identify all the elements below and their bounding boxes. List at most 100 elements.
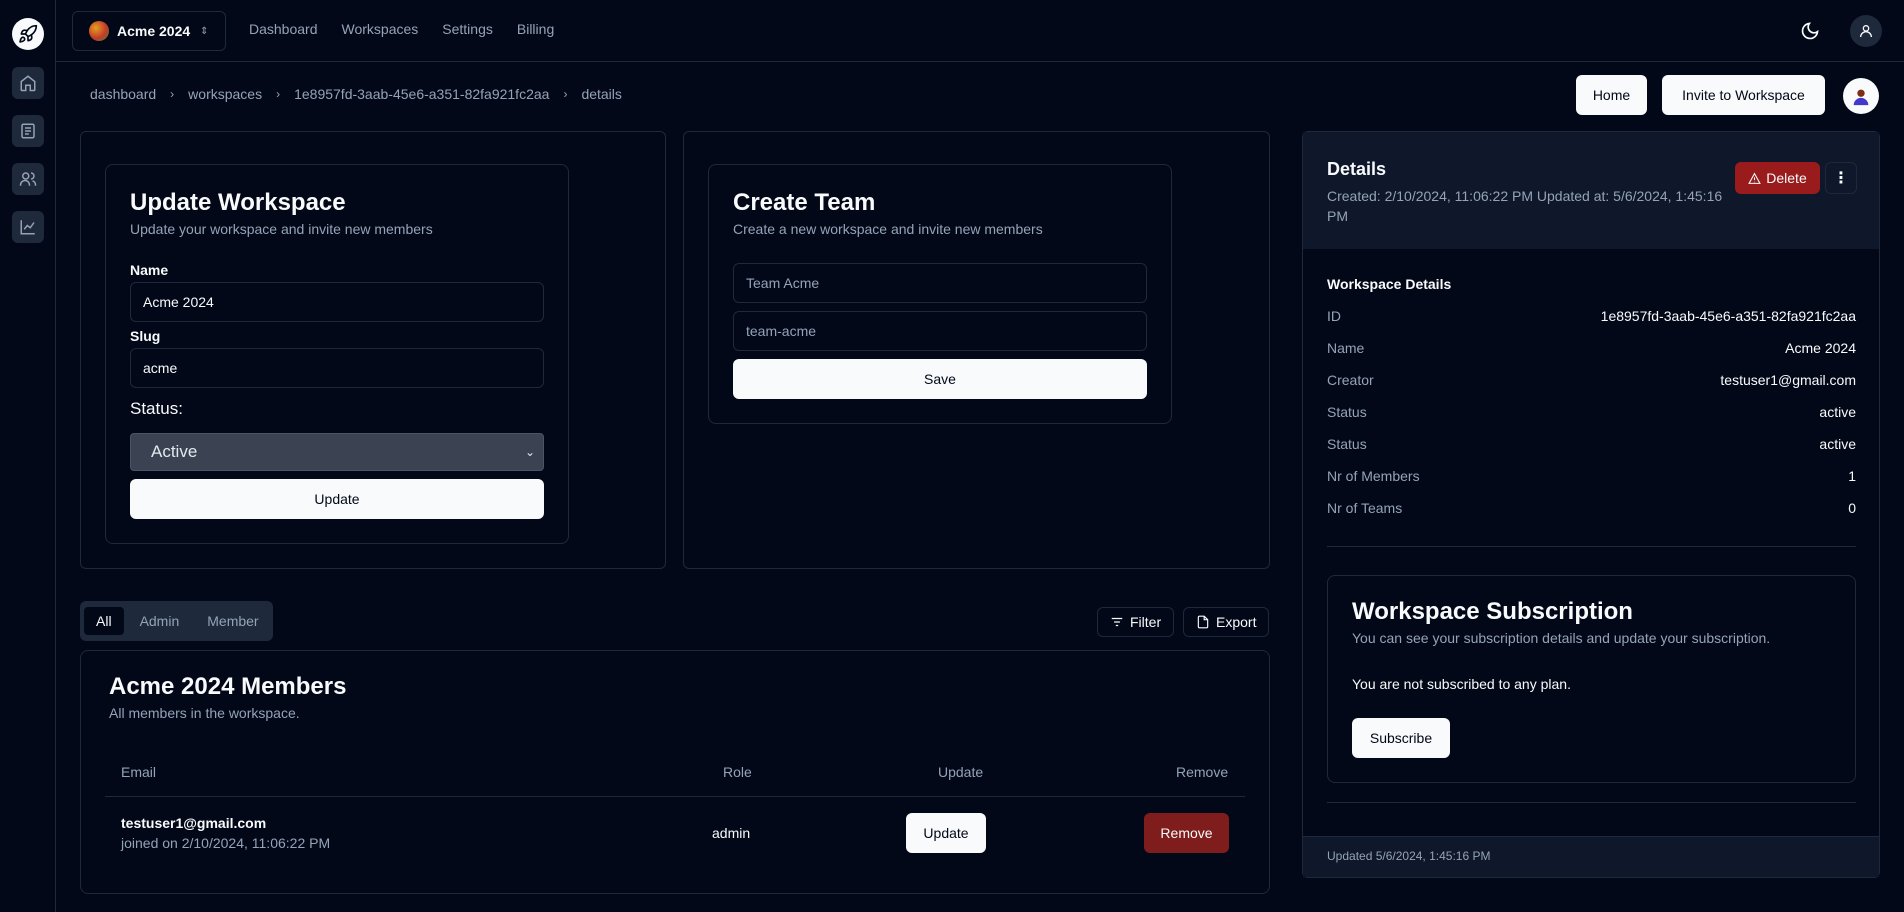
subscription-subtitle: You can see your subscription details an… (1352, 630, 1771, 646)
workspace-details-heading: Workspace Details (1327, 276, 1452, 292)
tab-all[interactable]: All (84, 607, 124, 635)
more-options-icon[interactable]: ⋮ (1825, 162, 1857, 194)
invite-button[interactable]: Invite to Workspace (1662, 75, 1825, 115)
detail-key: Name (1327, 340, 1365, 356)
member-email: testuser1@gmail.com (121, 815, 267, 831)
document-icon[interactable] (12, 115, 44, 147)
export-label: Export (1216, 614, 1257, 630)
detail-value: 0 (1848, 500, 1856, 516)
detail-row-id: ID 1e8957fd-3aab-45e6-a351-82fa921fc2aa (1327, 308, 1856, 324)
user-icon[interactable] (1850, 15, 1882, 47)
status-select[interactable]: Active ⌄ (130, 433, 544, 471)
sidebar (0, 0, 56, 912)
subscribe-button[interactable]: Subscribe (1352, 718, 1450, 758)
column-remove: Remove (1176, 764, 1229, 780)
details-meta: Created: 2/10/2024, 11:06:22 PM Updated … (1327, 188, 1723, 224)
chevron-right-icon: › (276, 87, 281, 101)
delete-label: Delete (1766, 170, 1807, 186)
workspace-switcher[interactable]: Acme 2024 ⇕ (72, 11, 226, 51)
filter-button[interactable]: Filter (1097, 607, 1175, 637)
detail-value: 1 (1848, 468, 1856, 484)
nav-settings[interactable]: Settings (442, 21, 493, 37)
detail-row-status: Status active (1327, 404, 1856, 420)
save-team-button[interactable]: Save (733, 359, 1147, 399)
detail-value: active (1819, 436, 1856, 452)
name-label: Name (130, 262, 169, 278)
breadcrumb-dashboard[interactable]: dashboard (90, 86, 156, 102)
detail-key: Status (1327, 404, 1367, 420)
chevron-down-icon: ⌄ (524, 445, 535, 459)
warning-icon (1748, 172, 1762, 184)
member-joined: joined on 2/10/2024, 11:06:22 PM (121, 835, 331, 851)
update-workspace-subtitle: Update your workspace and invite new mem… (130, 221, 433, 237)
member-tabs: All Admin Member (80, 601, 273, 641)
delete-button[interactable]: Delete (1735, 162, 1820, 194)
detail-row-members: Nr of Members 1 (1327, 468, 1856, 484)
detail-value: 1e8957fd-3aab-45e6-a351-82fa921fc2aa (1600, 308, 1856, 324)
detail-value: active (1819, 404, 1856, 420)
top-nav: Dashboard Workspaces Settings Billing (249, 21, 554, 37)
detail-key: Nr of Members (1327, 468, 1420, 484)
tab-admin[interactable]: Admin (128, 607, 192, 635)
team-name-input[interactable]: Team Acme (733, 263, 1147, 303)
top-bar: Acme 2024 ⇕ Dashboard Workspaces Setting… (56, 0, 1904, 62)
nav-dashboard[interactable]: Dashboard (249, 21, 318, 37)
update-workspace-button[interactable]: Update (130, 479, 544, 519)
member-update-button[interactable]: Update (906, 813, 986, 853)
filter-label: Filter (1130, 614, 1162, 630)
tab-member[interactable]: Member (195, 607, 270, 635)
export-button[interactable]: Export (1183, 607, 1270, 637)
breadcrumb-workspaces[interactable]: workspaces (188, 86, 262, 102)
workspace-name: Acme 2024 (117, 23, 191, 39)
member-role: admin (712, 825, 751, 841)
nav-workspaces[interactable]: Workspaces (342, 21, 419, 37)
create-team-subtitle: Create a new workspace and invite new me… (733, 221, 1043, 237)
table-divider (105, 796, 1245, 797)
chevron-updown-icon: ⇕ (200, 25, 209, 37)
detail-row-creator: Creator testuser1@gmail.com (1327, 372, 1856, 388)
detail-key: Creator (1327, 372, 1374, 388)
profile-avatar[interactable] (1843, 78, 1879, 114)
detail-key: ID (1327, 308, 1341, 324)
rocket-logo-icon[interactable] (12, 18, 44, 50)
name-input[interactable]: Acme 2024 (130, 282, 544, 322)
slug-label: Slug (130, 328, 161, 344)
status-select-value: Active (151, 442, 198, 461)
detail-row-name: Name Acme 2024 (1327, 340, 1856, 356)
team-slug-input[interactable]: team-acme (733, 311, 1147, 351)
breadcrumb-workspace-id[interactable]: 1e8957fd-3aab-45e6-a351-82fa921fc2aa (294, 86, 549, 102)
chart-icon[interactable] (12, 211, 44, 243)
detail-key: Status (1327, 436, 1367, 452)
workspace-avatar (89, 21, 109, 41)
users-icon[interactable] (12, 163, 44, 195)
chevron-right-icon: › (170, 87, 175, 101)
details-title: Details (1327, 159, 1387, 179)
breadcrumb-details: details (581, 86, 622, 102)
divider (1327, 546, 1856, 547)
subscription-status: You are not subscribed to any plan. (1352, 676, 1571, 692)
subscription-title: Workspace Subscription (1352, 598, 1633, 625)
home-button[interactable]: Home (1576, 75, 1647, 115)
details-footer-text: Updated 5/6/2024, 1:45:16 PM (1327, 849, 1491, 863)
home-icon[interactable] (12, 67, 44, 99)
members-subtitle: All members in the workspace. (109, 705, 300, 721)
members-card: Acme 2024 Members All members in the wor… (80, 650, 1270, 894)
detail-row-teams: Nr of Teams 0 (1327, 500, 1856, 516)
divider (1327, 802, 1856, 803)
chevron-right-icon: › (563, 87, 568, 101)
moon-icon[interactable] (1794, 15, 1826, 47)
create-team-title: Create Team (733, 189, 876, 216)
column-email: Email (121, 764, 157, 780)
status-label: Status: (130, 399, 183, 418)
filter-icon (1111, 617, 1123, 627)
detail-value: testuser1@gmail.com (1720, 372, 1856, 388)
file-icon (1197, 615, 1209, 629)
slug-input[interactable]: acme (130, 348, 544, 388)
member-remove-button[interactable]: Remove (1144, 813, 1229, 853)
nav-billing[interactable]: Billing (517, 21, 554, 37)
breadcrumb: dashboard › workspaces › 1e8957fd-3aab-4… (90, 86, 622, 102)
detail-row-status: Status active (1327, 436, 1856, 452)
column-role: Role (723, 764, 752, 780)
detail-value: Acme 2024 (1785, 340, 1856, 356)
column-update: Update (938, 764, 984, 780)
